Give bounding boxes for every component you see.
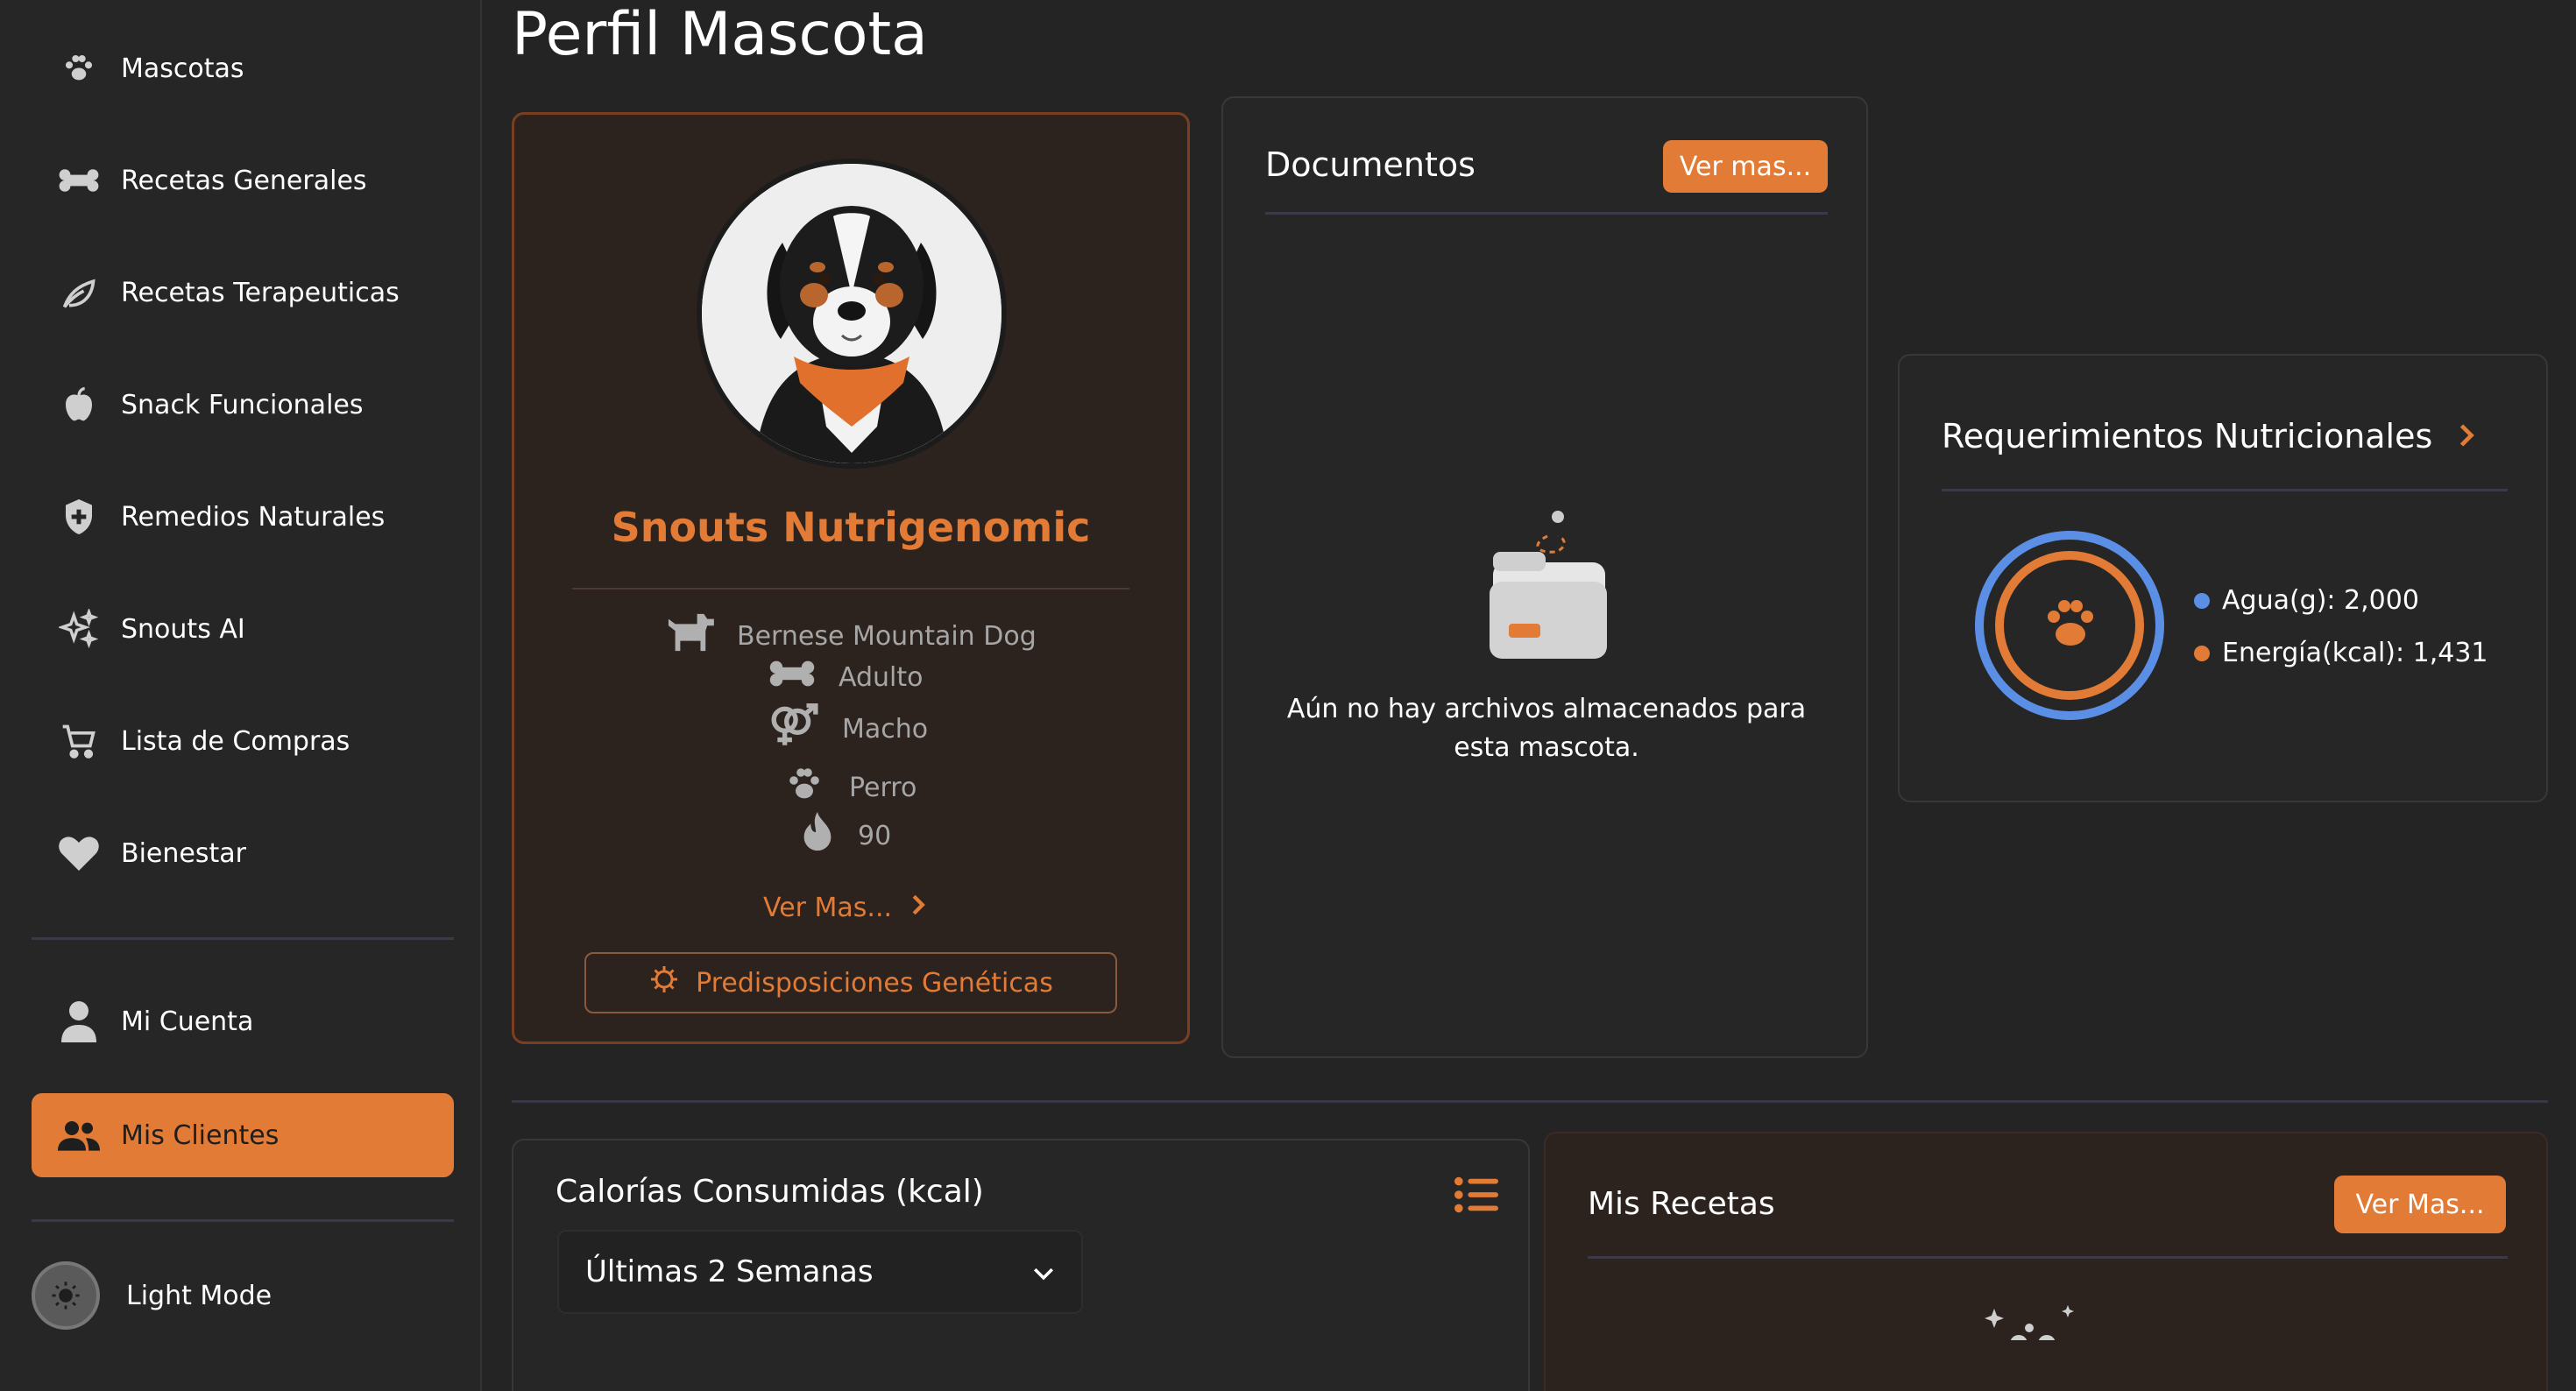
pet-profile-card: Snouts Nutrigenomic Bernese Mountain Dog… [512,112,1190,1044]
paw-icon [58,47,100,89]
energy-legend-item: Energía(kcal): 1,431 [2194,638,2488,668]
water-legend-item: Agua(g): 2,000 [2194,585,2419,616]
chevron-down-icon [1032,1254,1055,1289]
nutrition-chevron-right-icon[interactable] [2457,422,2476,452]
theme-toggle[interactable]: Light Mode [32,1261,272,1330]
sidebar-item-recetas-terapeuticas[interactable]: Recetas Terapeuticas [32,251,454,335]
sidebar-item-mascotas[interactable]: Mascotas [32,26,454,110]
date-range-select[interactable]: Últimas 2 Semanas [557,1230,1083,1314]
my-recipes-card: Mis Recetas Ver Mas... [1544,1132,2548,1391]
sidebar-item-label: Mascotas [121,53,244,84]
pet-sex: Macho [842,713,929,745]
virus-icon [648,964,680,1002]
sidebar-item-label: Recetas Generales [121,165,367,196]
sidebar-item-label: Recetas Terapeuticas [121,277,400,308]
documents-divider [1265,212,1828,215]
sidebar-item-label: Bienestar [121,837,246,869]
sidebar-item-mi-cuenta[interactable]: Mi Cuenta [32,979,454,1063]
sidebar-divider [32,1219,454,1222]
theme-toggle-label: Light Mode [126,1280,272,1311]
sidebar-item-label: Remedios Naturales [121,501,386,533]
ver-mas-label: Ver Mas... [763,893,893,923]
sidebar-item-label: Mi Cuenta [121,1006,254,1037]
dog-portrait-image [702,164,1001,463]
sidebar-divider [32,937,454,940]
pet-name: Snouts Nutrigenomic [611,504,1091,551]
section-divider [512,1100,2548,1103]
pet-value: 90 [858,820,892,851]
water-dot [2194,592,2210,609]
page-title: Perfil Mascota [512,0,928,69]
sidebar: Mascotas Recetas Generales Recetas Terap… [0,0,482,1391]
empty-folder-icon [1477,501,1609,662]
recipes-title: Mis Recetas [1588,1186,1775,1222]
nutritional-requirements-card: Requerimientos Nutricionales Agua(g): 2,… [1898,354,2548,802]
nutrition-divider [1942,489,2508,491]
bone-icon [58,159,100,201]
sidebar-item-remedios-naturales[interactable]: Remedios Naturales [32,475,454,559]
pet-avatar [697,159,1007,469]
paw-icon [2048,600,2093,646]
dog-icon [663,611,714,661]
recipes-ver-mas-button[interactable]: Ver Mas... [2334,1176,2506,1233]
genetic-predispositions-button[interactable]: Predisposiciones Genéticas [584,952,1117,1013]
pet-breed-row: Bernese Mountain Dog [663,611,1037,661]
genetic-button-label: Predisposiciones Genéticas [696,967,1053,999]
nutrition-ring-chart [1973,529,2166,725]
documents-card: Documentos Ver mas... Aún no hay archivo… [1221,96,1868,1058]
gender-icon [768,703,819,754]
sidebar-item-label: Lista de Compras [121,725,350,757]
sparkles-icon [58,608,100,650]
sidebar-item-recetas-generales[interactable]: Recetas Generales [32,138,454,222]
pet-breed: Bernese Mountain Dog [737,620,1037,652]
pet-age-row: Adulto [768,658,924,696]
pet-sex-row: Macho [768,703,928,754]
users-icon [58,1114,100,1156]
shield-plus-icon [58,496,100,538]
cart-icon [58,720,100,762]
sidebar-item-bienestar[interactable]: Bienestar [32,811,454,895]
pet-value-row: 90 [800,810,891,861]
energy-dot [2194,645,2210,661]
nutrition-title: Requerimientos Nutricionales [1942,417,2433,455]
documents-empty-message: Aún no hay archivos almacenados para est… [1286,694,1807,763]
water-value: Agua(g): 2,000 [2222,585,2419,616]
sidebar-item-snouts-ai[interactable]: Snouts AI [32,587,454,671]
sidebar-item-snack-funcionales[interactable]: Snack Funcionales [32,363,454,447]
sidebar-item-label: Mis Clientes [121,1119,280,1151]
calories-card: Calorías Consumidas (kcal) Últimas 2 Sem… [512,1139,1530,1391]
sidebar-item-mis-clientes[interactable]: Mis Clientes [32,1093,454,1177]
date-range-value: Últimas 2 Semanas [585,1254,874,1289]
heart-icon [58,832,100,874]
apple-icon [58,384,100,426]
documents-title: Documentos [1265,145,1476,184]
pet-species-row: Perro [782,763,916,812]
pet-ver-mas-link[interactable]: Ver Mas... [763,893,927,923]
energy-value: Energía(kcal): 1,431 [2222,638,2488,668]
recipes-divider [1588,1256,2508,1259]
sparkles-icon [1984,1305,2089,1352]
sun-icon [32,1261,100,1330]
calories-title: Calorías Consumidas (kcal) [556,1174,984,1210]
pet-species: Perro [849,772,917,803]
pet-divider [572,588,1129,590]
pet-age-stage: Adulto [839,661,924,693]
sidebar-item-lista-de-compras[interactable]: Lista de Compras [32,699,454,783]
list-icon[interactable] [1454,1176,1498,1218]
chevron-right-icon [909,893,927,923]
sidebar-item-label: Snouts AI [121,613,245,645]
leaf-icon [58,272,100,314]
documents-ver-mas-button[interactable]: Ver mas... [1663,140,1828,193]
paw-icon [782,763,826,812]
flame-icon [800,810,835,861]
bone-icon [768,658,816,696]
sidebar-item-label: Snack Funcionales [121,389,364,420]
user-icon [58,1000,100,1042]
